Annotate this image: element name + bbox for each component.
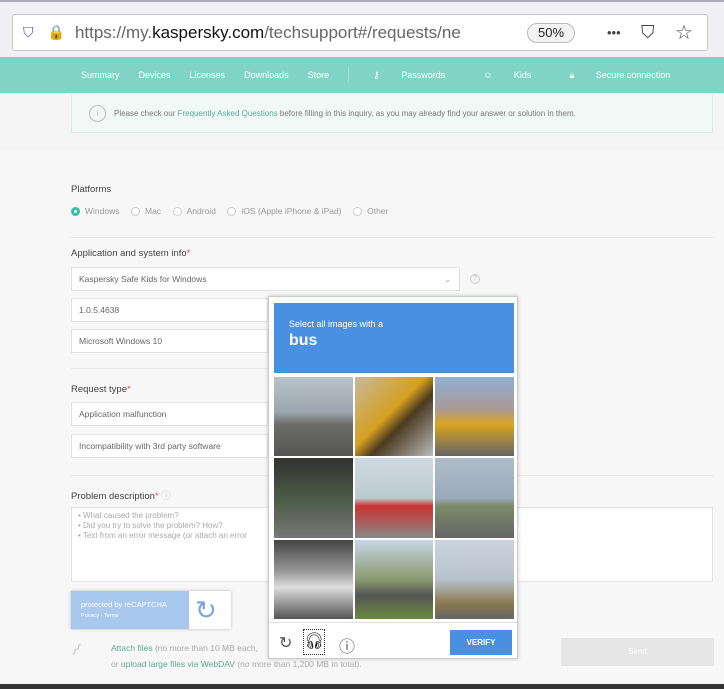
- headphones-audio-icon[interactable]: 🎧︎: [303, 629, 325, 655]
- app-info-label: Application and system info*: [71, 248, 191, 259]
- os-field[interactable]: Microsoft Windows 10: [71, 329, 268, 353]
- recaptcha-badge[interactable]: protected by reCAPTCHA Privacy - Terms ↻: [71, 591, 231, 629]
- version-field[interactable]: 1.0.5.4638: [71, 298, 268, 322]
- recaptcha-logo-icon: ↻: [195, 595, 217, 625]
- image-tile-9[interactable]: [435, 539, 514, 619]
- reload-icon[interactable]: ↻: [279, 633, 292, 653]
- nav-passwords[interactable]: ⚷ Passwords: [373, 70, 464, 81]
- help-icon[interactable]: ?: [470, 274, 480, 284]
- application-select[interactable]: Kaspersky Safe Kids for Windows ⌄: [71, 267, 460, 291]
- image-tile-6[interactable]: [435, 458, 514, 538]
- info-icon[interactable]: ⓘ: [339, 633, 355, 657]
- pocket-icon[interactable]: ⛉: [641, 22, 655, 43]
- image-grid: [274, 377, 514, 619]
- nav-devices[interactable]: Devices: [139, 70, 171, 80]
- image-tile-5[interactable]: [354, 458, 434, 538]
- radio-ios[interactable]: iOS (Apple iPhone & iPad): [227, 206, 342, 216]
- tracking-shield-icon[interactable]: ⛉: [23, 24, 34, 41]
- recaptcha-privacy-terms[interactable]: Privacy - Terms: [81, 613, 179, 619]
- browser-toolbar: ⛉ 🔒 https://my.kaspersky.com/techsupport…: [0, 0, 724, 57]
- address-bar[interactable]: ⛉ 🔒 https://my.kaspersky.com/techsupport…: [12, 14, 708, 51]
- nav-summary[interactable]: Summary: [81, 70, 120, 80]
- more-actions-icon[interactable]: •••: [607, 25, 621, 40]
- recaptcha-protected-text: protected by reCAPTCHA: [81, 600, 167, 609]
- nav-kids[interactable]: ☺ Kids: [483, 70, 550, 80]
- info-icon: i: [89, 105, 106, 122]
- image-tile-7[interactable]: [274, 539, 353, 619]
- kids-icon: ☺: [483, 70, 495, 80]
- send-button[interactable]: Send: [561, 638, 714, 666]
- help-icon[interactable]: ⓘ: [161, 491, 171, 502]
- lock-icon[interactable]: 🔒: [48, 24, 65, 41]
- radio-windows[interactable]: Windows: [71, 206, 119, 216]
- platform-radio-group: Windows Mac Android iOS (Apple iPhone & …: [71, 206, 397, 218]
- request-type-label: Request type*: [71, 384, 131, 395]
- recaptcha-challenge-popup: Select all images with a bus ↻ 🎧︎ ⓘ VERI…: [268, 296, 518, 659]
- image-tile-1[interactable]: [274, 377, 353, 457]
- challenge-instruction: Select all images with a: [289, 319, 384, 329]
- faq-notice: i Please check our Frequently Asked Ques…: [71, 95, 713, 133]
- image-tile-4[interactable]: [274, 458, 353, 538]
- attach-files-link[interactable]: Attach files: [111, 643, 153, 653]
- radio-mac[interactable]: Mac: [131, 206, 161, 216]
- image-tile-8[interactable]: [354, 539, 434, 619]
- image-tile-3[interactable]: [435, 377, 514, 457]
- webdav-link[interactable]: upload large files via WebDAV: [121, 659, 235, 669]
- nav-secure-connection[interactable]: 🔒︎ Secure connection: [569, 70, 689, 81]
- bottom-edge: [0, 684, 724, 689]
- zoom-level[interactable]: 50%: [527, 23, 575, 43]
- radio-other[interactable]: Other: [353, 206, 388, 216]
- divider: [269, 622, 517, 623]
- nav-downloads[interactable]: Downloads: [244, 70, 289, 80]
- challenge-target: bus: [289, 332, 318, 349]
- nav-licenses[interactable]: Licenses: [190, 70, 226, 80]
- divider: [71, 368, 268, 369]
- url-text[interactable]: https://my.kaspersky.com/techsupport#/re…: [75, 23, 475, 43]
- request-type-select[interactable]: Application malfunction: [71, 402, 268, 426]
- problem-label: Problem description* ⓘ: [71, 491, 171, 502]
- faq-link[interactable]: Frequently Asked Questions: [178, 109, 278, 118]
- bookmark-star-icon[interactable]: ☆: [675, 20, 693, 45]
- challenge-header: Select all images with a bus: [274, 303, 514, 373]
- chevron-down-icon: ⌄: [443, 274, 451, 284]
- lock-icon: 🔒︎: [569, 69, 577, 80]
- key-icon: ⚷: [373, 69, 383, 80]
- verify-button[interactable]: VERIFY: [450, 630, 512, 655]
- nav-divider: [348, 67, 350, 83]
- divider: [71, 237, 713, 238]
- radio-android[interactable]: Android: [172, 206, 216, 216]
- top-nav: Summary Devices Licenses Downloads Store…: [0, 57, 724, 93]
- nav-store[interactable]: Store: [308, 70, 330, 80]
- platforms-label: Platforms: [71, 184, 112, 195]
- image-tile-2[interactable]: [354, 377, 434, 457]
- request-subtype-select[interactable]: Incompatibility with 3rd party software: [71, 434, 268, 458]
